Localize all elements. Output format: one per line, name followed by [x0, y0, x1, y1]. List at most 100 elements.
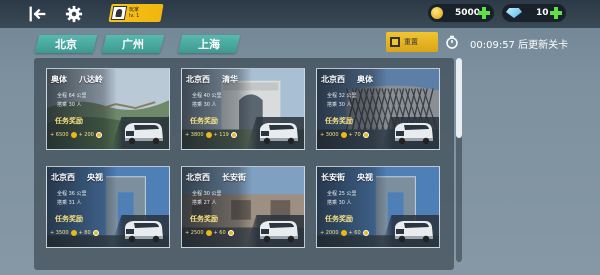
reward-label: 任务奖励	[55, 214, 83, 224]
route-to: 八达岭	[79, 75, 103, 84]
player-level: lv. 1	[129, 13, 139, 19]
route-title: 北京西 长安街	[186, 172, 246, 183]
coin-icon	[71, 230, 77, 236]
reward-label: 任务奖励	[55, 116, 83, 126]
route-passengers: 搭乘 30 人	[327, 101, 352, 108]
diamond-icon	[506, 8, 522, 18]
route-from: 北京西	[186, 75, 210, 84]
route-distance: 全程 64 公里	[57, 92, 87, 99]
back-button[interactable]	[27, 4, 47, 24]
exp-icon	[363, 132, 369, 138]
exp-icon	[96, 132, 102, 138]
reward-values: + 3800+ 119	[185, 132, 239, 138]
refresh-timer: 00:09:57 后更新关卡	[470, 36, 568, 51]
reward-exp: + 60	[349, 230, 361, 236]
coin-icon	[341, 230, 347, 236]
route-from: 长安街	[321, 173, 345, 182]
coin-amount: 5000	[455, 8, 480, 18]
gear-icon	[65, 5, 83, 23]
reward-coins: + 3500	[50, 230, 69, 236]
reward-values: + 6500 + 200	[50, 132, 104, 138]
stopwatch-icon	[445, 35, 459, 49]
route-distance: 全程 25 公里	[327, 190, 357, 197]
avatar	[111, 6, 127, 20]
reward-label: 任务奖励	[325, 116, 353, 126]
reward-label: 任务奖励	[190, 116, 218, 126]
exp-icon	[363, 230, 369, 236]
back-arrow-icon	[28, 5, 46, 23]
route-passengers: 搭乘 30 人	[192, 101, 217, 108]
coin-icon	[71, 132, 77, 138]
reset-button[interactable]: 重置	[386, 32, 438, 52]
minibus-icon	[256, 218, 300, 244]
reward-values: + 2500 + 60	[185, 230, 236, 236]
add-coins-button[interactable]	[478, 7, 490, 19]
reward-coins: + 2500	[185, 230, 204, 236]
route-title: 北京西 央视	[51, 172, 103, 183]
coin-icon	[206, 132, 212, 138]
route-distance: 全程 30 公里	[192, 190, 222, 197]
reward-exp: + 60	[214, 230, 226, 236]
reward-label: 任务奖励	[325, 214, 353, 224]
route-to: 长安街	[222, 173, 246, 182]
route-from: 北京西	[186, 173, 210, 182]
route-card[interactable]: 奥体 八达岭全程 64 公里搭乘 30 人任务奖励 + 6500 + 200	[46, 68, 170, 150]
route-distance: 全程 36 公里	[57, 190, 87, 197]
reward-coins: + 3000	[320, 132, 339, 138]
route-card[interactable]: 北京西 央视全程 36 公里搭乘 31 人任务奖励 + 3500+ 80	[46, 166, 170, 248]
reward-exp: + 70	[349, 132, 361, 138]
route-distance: 全程 40 公里	[192, 92, 222, 99]
route-title: 奥体 八达岭	[51, 74, 103, 85]
route-card[interactable]: 北京西 奥体全程 32 公里搭乘 30 人任务奖励 + 3000 + 70	[316, 68, 440, 150]
settings-button[interactable]	[64, 4, 84, 24]
minibus-icon	[121, 120, 165, 146]
reward-values: + 3500+ 80	[50, 230, 101, 236]
route-passengers: 搭乘 30 人	[327, 199, 352, 206]
scroll-thumb[interactable]	[456, 58, 462, 138]
route-distance: 全程 32 公里	[327, 92, 357, 99]
route-passengers: 搭乘 30 人	[57, 101, 82, 108]
gem-counter: 10	[502, 4, 566, 22]
route-passengers: 搭乘 27 人	[192, 199, 217, 206]
route-title: 北京西 奥体	[321, 74, 373, 85]
route-from: 北京西	[321, 75, 345, 84]
reward-coins: + 3800	[185, 132, 204, 138]
route-title: 北京西 清华	[186, 74, 238, 85]
minibus-icon	[391, 218, 435, 244]
coin-icon	[341, 132, 347, 138]
minibus-icon	[391, 120, 435, 146]
route-to: 清华	[222, 75, 238, 84]
reward-coins: + 2000	[320, 230, 339, 236]
route-title: 长安街 央视	[321, 172, 373, 183]
minibus-icon	[121, 218, 165, 244]
player-profile[interactable]: 玩家 lv. 1	[108, 4, 163, 22]
reset-label: 重置	[404, 37, 418, 47]
route-card[interactable]: 北京西 清华全程 40 公里搭乘 30 人任务奖励 + 3800+ 119	[181, 68, 305, 150]
exp-icon	[93, 230, 99, 236]
gem-amount: 10	[536, 8, 549, 18]
add-gems-button[interactable]	[550, 7, 562, 19]
scrollbar[interactable]	[456, 58, 462, 262]
route-card[interactable]: 长安街 央视全程 25 公里搭乘 30 人任务奖励 + 2000 + 60	[316, 166, 440, 248]
tab-shanghai[interactable]: 上海	[178, 35, 240, 53]
coin-counter: 5000	[428, 4, 494, 22]
route-card[interactable]: 北京西 长安街全程 30 公里搭乘 27 人任务奖励 + 2500 + 60	[181, 166, 305, 248]
reward-values: + 2000 + 60	[320, 230, 371, 236]
route-from: 奥体	[51, 75, 67, 84]
route-to: 央视	[357, 173, 373, 182]
route-to: 央视	[87, 173, 103, 182]
reward-exp: + 200	[79, 132, 94, 138]
tab-beijing[interactable]: 北京	[35, 35, 97, 53]
exp-icon	[228, 230, 234, 236]
reward-label: 任务奖励	[190, 214, 218, 224]
minibus-icon	[256, 120, 300, 146]
reward-coins: + 6500	[50, 132, 69, 138]
route-from: 北京西	[51, 173, 75, 182]
tab-guangzhou[interactable]: 广州	[102, 35, 164, 53]
coin-icon	[206, 230, 212, 236]
exp-icon	[231, 132, 237, 138]
route-passengers: 搭乘 31 人	[57, 199, 82, 206]
reward-values: + 3000 + 70	[320, 132, 371, 138]
reset-icon	[390, 37, 400, 47]
route-to: 奥体	[357, 75, 373, 84]
